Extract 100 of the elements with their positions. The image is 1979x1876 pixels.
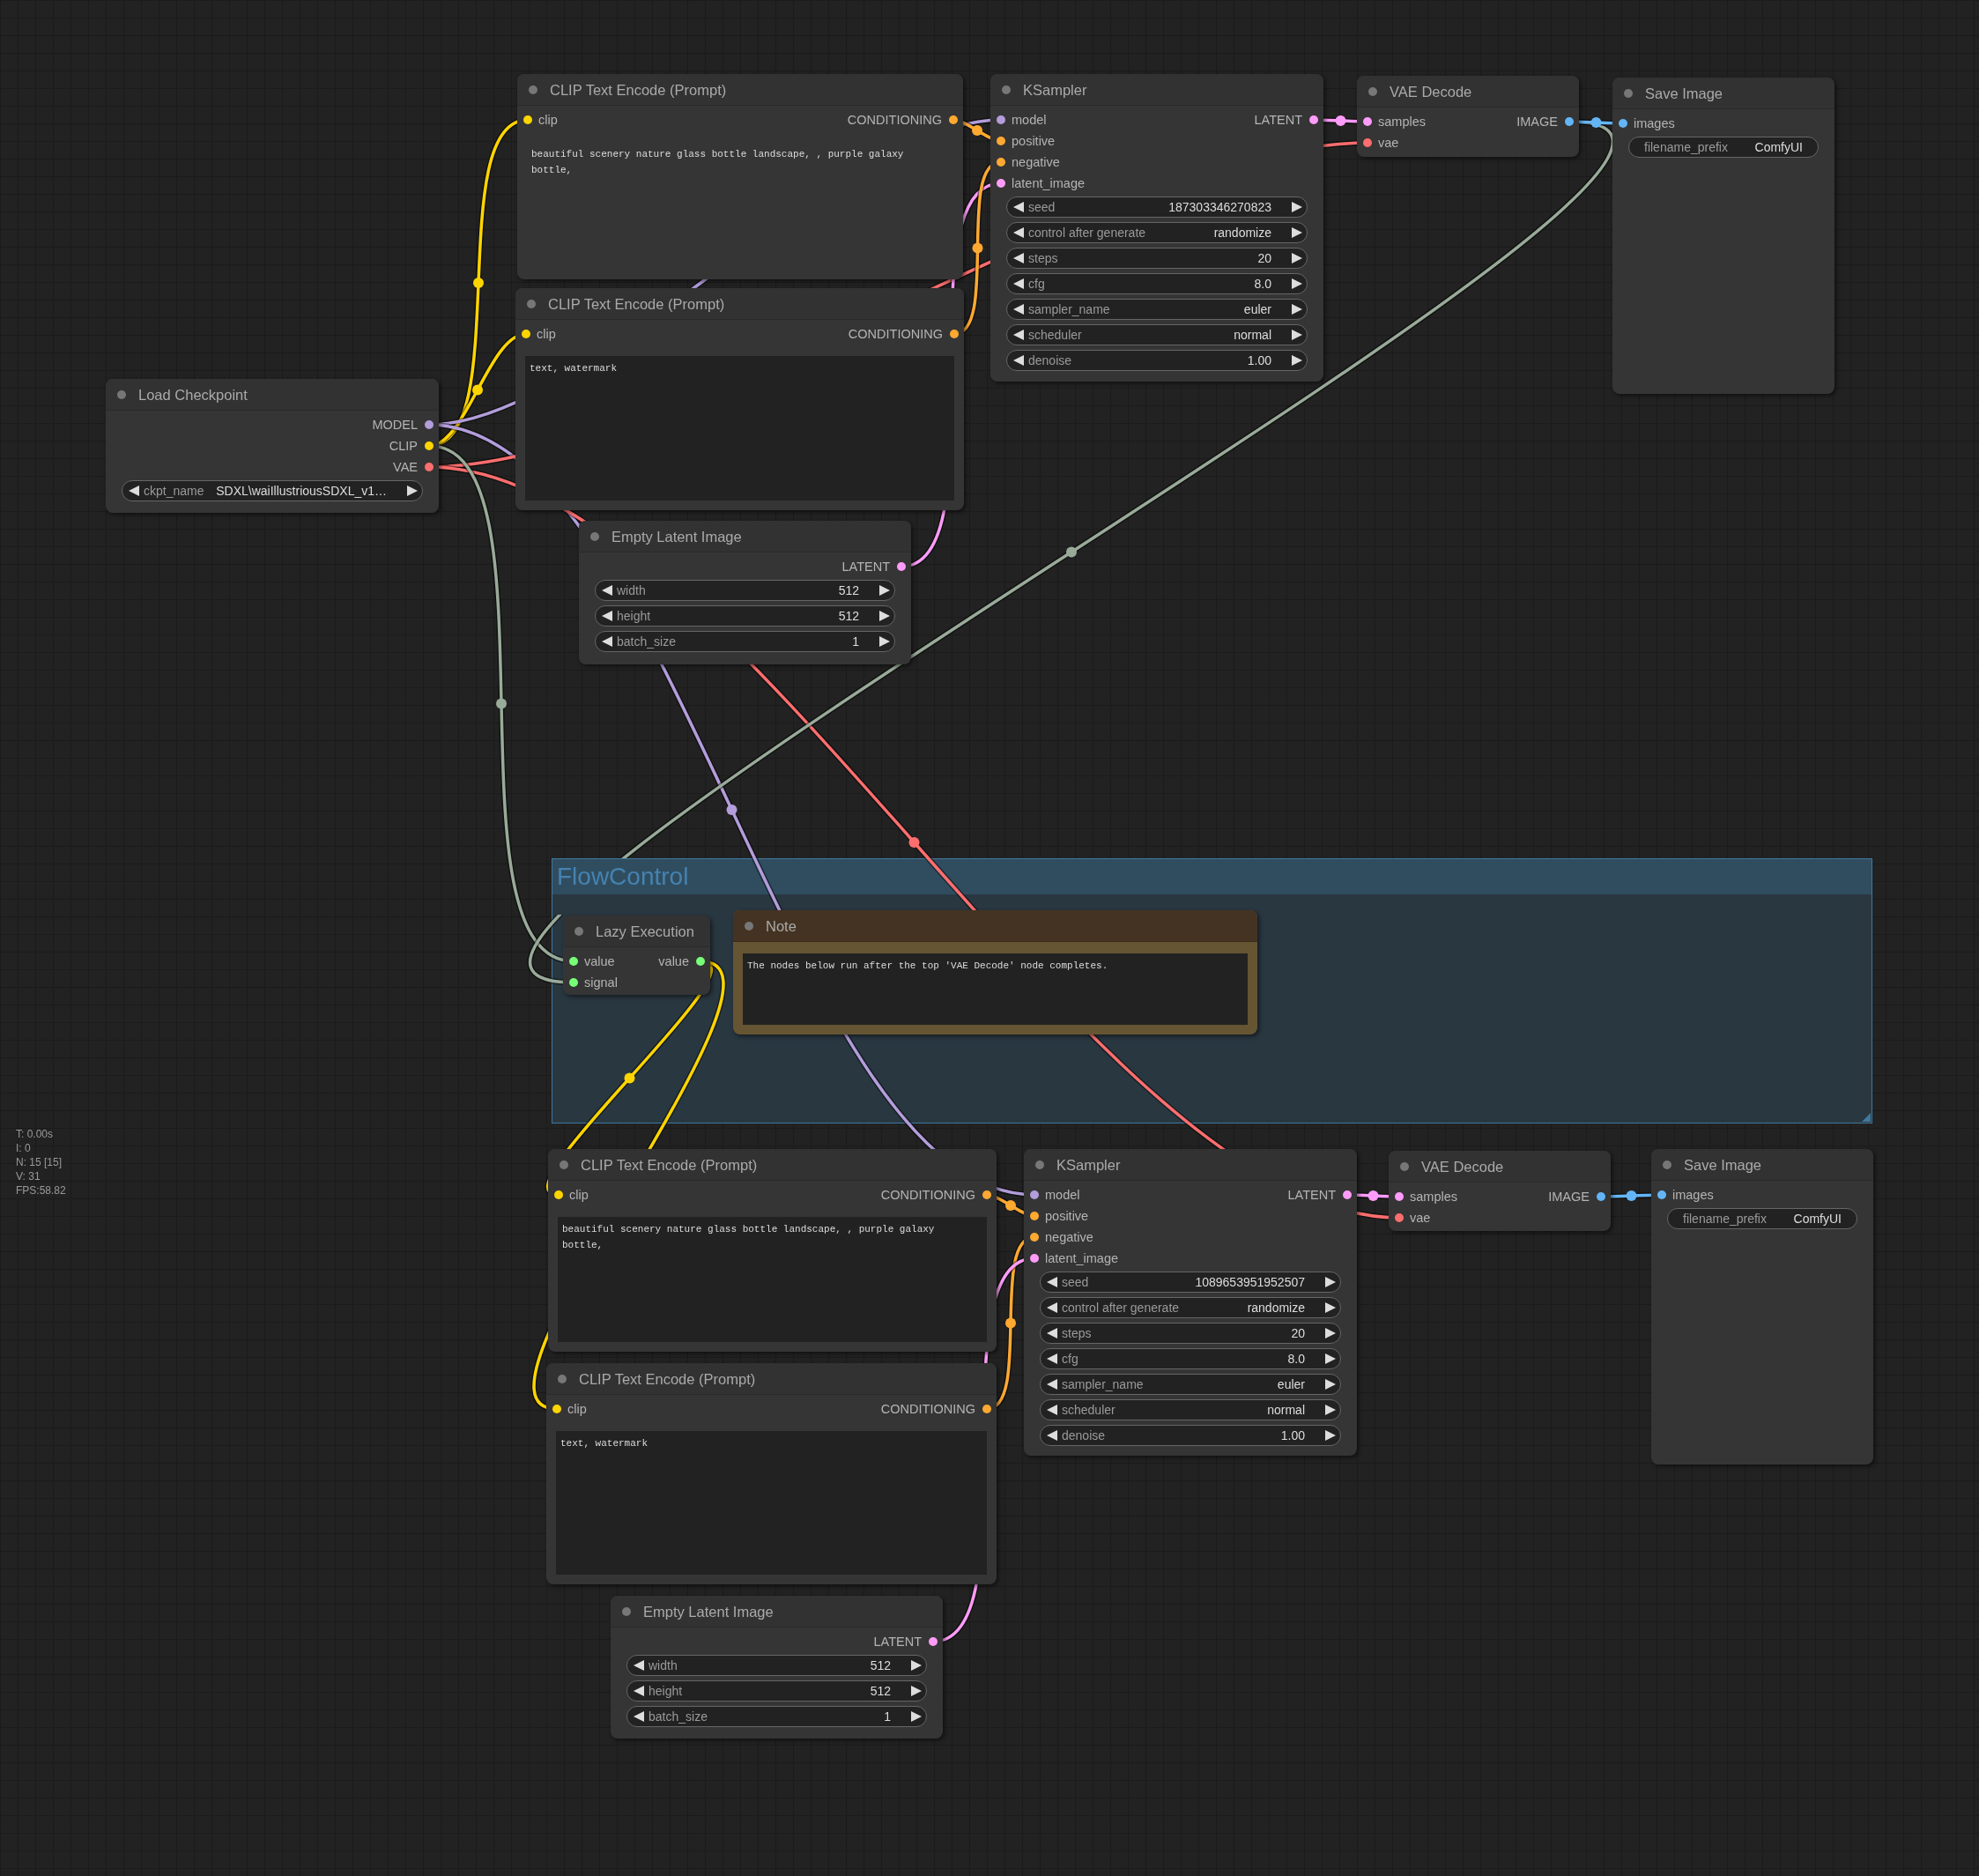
- arrow-right-icon[interactable]: [879, 636, 890, 647]
- arrow-right-icon[interactable]: [879, 611, 890, 621]
- output-slot-icon[interactable]: [1309, 115, 1318, 124]
- arrow-left-icon[interactable]: [1047, 1379, 1057, 1390]
- arrow-left-icon[interactable]: [1013, 330, 1024, 340]
- number-input[interactable]: seed 1089653951952507: [1040, 1272, 1341, 1293]
- number-input[interactable]: steps 20: [1006, 248, 1308, 269]
- arrow-left-icon[interactable]: [1013, 227, 1024, 238]
- input-slot-icon[interactable]: [1619, 119, 1627, 128]
- input-slot-icon[interactable]: [523, 115, 532, 124]
- output-slot-icon[interactable]: [425, 463, 434, 471]
- resize-handle-icon[interactable]: [1862, 1113, 1871, 1122]
- output-slot-icon[interactable]: [696, 957, 705, 966]
- input-slot-icon[interactable]: [569, 978, 578, 987]
- arrow-right-icon[interactable]: [1325, 1302, 1336, 1313]
- arrow-right-icon[interactable]: [1325, 1430, 1336, 1441]
- arrow-left-icon[interactable]: [634, 1711, 644, 1722]
- arrow-left-icon[interactable]: [634, 1686, 644, 1696]
- output-slot-icon[interactable]: [425, 420, 434, 429]
- dropdown-select[interactable]: scheduler normal: [1040, 1399, 1341, 1420]
- output-slot-icon[interactable]: [425, 441, 434, 450]
- input-slot-icon[interactable]: [997, 158, 1005, 167]
- text-area[interactable]: The nodes below run after the top 'VAE Decode' node completes.: [743, 953, 1248, 1025]
- number-input[interactable]: height 512: [595, 605, 895, 627]
- arrow-right-icon[interactable]: [1325, 1379, 1336, 1390]
- dropdown-select[interactable]: control after generate randomize: [1040, 1297, 1341, 1318]
- arrow-right-icon[interactable]: [911, 1686, 922, 1696]
- output-slot-icon[interactable]: [982, 1405, 991, 1413]
- number-input[interactable]: seed 187303346270823: [1006, 196, 1308, 218]
- text-area[interactable]: beautiful scenery nature glass bottle landscape, , purple galaxy bottle,: [558, 1217, 987, 1342]
- arrow-left-icon[interactable]: [634, 1660, 644, 1671]
- input-slot-icon[interactable]: [997, 179, 1005, 188]
- number-input[interactable]: batch_size 1: [595, 631, 895, 652]
- input-slot-icon[interactable]: [1030, 1212, 1039, 1220]
- input-slot-icon[interactable]: [569, 957, 578, 966]
- number-input[interactable]: cfg 8.0: [1040, 1348, 1341, 1369]
- arrow-right-icon[interactable]: [1292, 330, 1302, 340]
- dropdown-select[interactable]: control after generate randomize: [1006, 222, 1308, 243]
- arrow-left-icon[interactable]: [1013, 304, 1024, 315]
- dropdown-select[interactable]: ckpt_name SDXL\waiIllustriousSDXL_v1…: [122, 480, 423, 501]
- output-slot-icon[interactable]: [1343, 1190, 1352, 1199]
- arrow-right-icon[interactable]: [1292, 304, 1302, 315]
- input-slot-icon[interactable]: [1030, 1190, 1039, 1199]
- text-area[interactable]: text, watermark: [556, 1431, 987, 1575]
- input-slot-icon[interactable]: [1395, 1192, 1404, 1201]
- input-slot-icon[interactable]: [522, 330, 530, 338]
- arrow-right-icon[interactable]: [879, 585, 890, 596]
- input-slot-icon[interactable]: [1395, 1213, 1404, 1222]
- arrow-left-icon[interactable]: [1047, 1277, 1057, 1287]
- input-slot-icon[interactable]: [997, 137, 1005, 145]
- arrow-left-icon[interactable]: [1013, 355, 1024, 366]
- number-input[interactable]: width 512: [626, 1655, 927, 1676]
- arrow-right-icon[interactable]: [407, 486, 418, 496]
- arrow-left-icon[interactable]: [1047, 1430, 1057, 1441]
- arrow-left-icon[interactable]: [1047, 1302, 1057, 1313]
- output-slot-icon[interactable]: [897, 562, 906, 571]
- arrow-right-icon[interactable]: [1292, 278, 1302, 289]
- arrow-right-icon[interactable]: [1292, 227, 1302, 238]
- text-input[interactable]: filename_prefix ComfyUI: [1628, 137, 1819, 158]
- input-slot-icon[interactable]: [1657, 1190, 1666, 1199]
- input-slot-icon[interactable]: [997, 115, 1005, 124]
- arrow-left-icon[interactable]: [1047, 1328, 1057, 1338]
- output-slot-icon[interactable]: [982, 1190, 991, 1199]
- arrow-left-icon[interactable]: [129, 486, 139, 496]
- input-slot-icon[interactable]: [554, 1190, 563, 1199]
- arrow-left-icon[interactable]: [1047, 1353, 1057, 1364]
- input-slot-icon[interactable]: [1030, 1233, 1039, 1242]
- arrow-left-icon[interactable]: [602, 611, 612, 621]
- text-area[interactable]: text, watermark: [525, 356, 954, 501]
- number-input[interactable]: height 512: [626, 1680, 927, 1702]
- input-slot-icon[interactable]: [552, 1405, 561, 1413]
- arrow-left-icon[interactable]: [1047, 1405, 1057, 1415]
- number-input[interactable]: cfg 8.0: [1006, 273, 1308, 294]
- output-slot-icon[interactable]: [929, 1637, 938, 1646]
- arrow-right-icon[interactable]: [1325, 1353, 1336, 1364]
- arrow-right-icon[interactable]: [1325, 1328, 1336, 1338]
- arrow-left-icon[interactable]: [602, 585, 612, 596]
- dropdown-select[interactable]: scheduler normal: [1006, 324, 1308, 345]
- input-slot-icon[interactable]: [1363, 138, 1372, 147]
- arrow-left-icon[interactable]: [602, 636, 612, 647]
- arrow-right-icon[interactable]: [1325, 1277, 1336, 1287]
- arrow-right-icon[interactable]: [911, 1711, 922, 1722]
- input-slot-icon[interactable]: [1363, 117, 1372, 126]
- arrow-left-icon[interactable]: [1013, 202, 1024, 212]
- output-slot-icon[interactable]: [1597, 1192, 1605, 1201]
- number-input[interactable]: width 512: [595, 580, 895, 601]
- text-input[interactable]: filename_prefix ComfyUI: [1667, 1208, 1857, 1229]
- arrow-left-icon[interactable]: [1013, 253, 1024, 263]
- output-slot-icon[interactable]: [1565, 117, 1574, 126]
- arrow-right-icon[interactable]: [911, 1660, 922, 1671]
- number-input[interactable]: denoise 1.00: [1006, 350, 1308, 371]
- arrow-left-icon[interactable]: [1013, 278, 1024, 289]
- dropdown-select[interactable]: sampler_name euler: [1040, 1374, 1341, 1395]
- number-input[interactable]: batch_size 1: [626, 1706, 927, 1727]
- arrow-right-icon[interactable]: [1292, 355, 1302, 366]
- output-slot-icon[interactable]: [949, 115, 958, 124]
- output-slot-icon[interactable]: [950, 330, 959, 338]
- arrow-right-icon[interactable]: [1292, 253, 1302, 263]
- arrow-right-icon[interactable]: [1292, 202, 1302, 212]
- number-input[interactable]: denoise 1.00: [1040, 1425, 1341, 1446]
